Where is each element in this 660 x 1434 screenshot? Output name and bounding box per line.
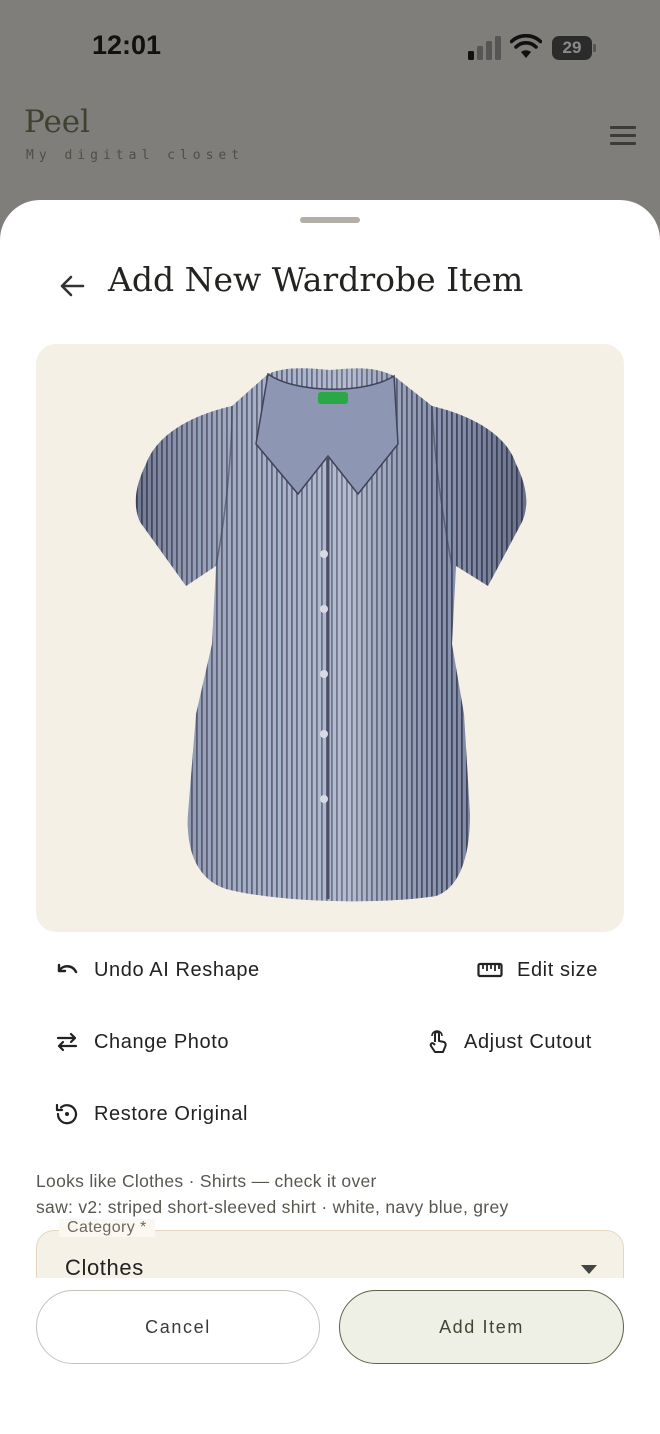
edit-size-label: Edit size (517, 958, 598, 981)
restore-original-label: Restore Original (94, 1102, 249, 1125)
brand-logo: Peel (24, 104, 91, 140)
signal-icon (468, 36, 501, 60)
history-icon (54, 1101, 80, 1127)
ai-suggestion-hint: Looks like Clothes · Shirts — check it o… (36, 1168, 509, 1220)
dropdown-arrow-icon (581, 1265, 597, 1274)
adjust-cutout-label: Adjust Cutout (464, 1030, 592, 1053)
brand-tagline: My digital closet (26, 148, 245, 163)
arrow-left-icon (60, 275, 85, 297)
app-header: Peel My digital closet (0, 96, 660, 206)
battery-icon: 29 (552, 36, 596, 60)
touch-hand-icon (424, 1029, 450, 1055)
shirt-photo (135, 368, 527, 902)
swap-arrows-icon (54, 1029, 80, 1055)
undo-ai-reshape-label: Undo AI Reshape (94, 958, 260, 981)
add-item-sheet: Add New Wardrobe Item Undo AI Reshape Ed… (0, 200, 660, 1434)
ai-suggestion-line-2: saw: v2: striped short-sleeved shirt · w… (36, 1197, 509, 1217)
cancel-button[interactable]: Cancel (36, 1290, 320, 1364)
back-button[interactable] (54, 268, 90, 304)
sheet-grabber[interactable] (300, 217, 360, 223)
category-label: Category * (59, 1219, 155, 1237)
change-photo-label: Change Photo (94, 1030, 230, 1053)
ai-suggestion-line-1: Looks like Clothes · Shirts — check it o… (36, 1171, 377, 1191)
adjust-cutout-button[interactable]: Adjust Cutout (424, 1022, 592, 1062)
battery-level: 29 (552, 36, 592, 60)
item-photo-card[interactable] (36, 344, 624, 932)
restore-original-button[interactable]: Restore Original (54, 1094, 248, 1134)
wifi-icon (510, 34, 542, 58)
undo-icon (54, 957, 80, 983)
sheet-footer: Cancel Add Item (0, 1278, 660, 1434)
battery-nub (593, 44, 596, 52)
change-photo-button[interactable]: Change Photo (54, 1022, 229, 1062)
sheet-title: Add New Wardrobe Item (108, 260, 524, 299)
undo-ai-reshape-button[interactable]: Undo AI Reshape (54, 950, 260, 990)
edit-size-button[interactable]: Edit size (477, 950, 598, 990)
status-time: 12:01 (92, 30, 162, 60)
hamburger-menu-icon[interactable] (610, 126, 638, 148)
ruler-icon (477, 957, 503, 983)
add-item-button[interactable]: Add Item (339, 1290, 624, 1364)
status-bar: 12:01 29 (0, 0, 660, 96)
